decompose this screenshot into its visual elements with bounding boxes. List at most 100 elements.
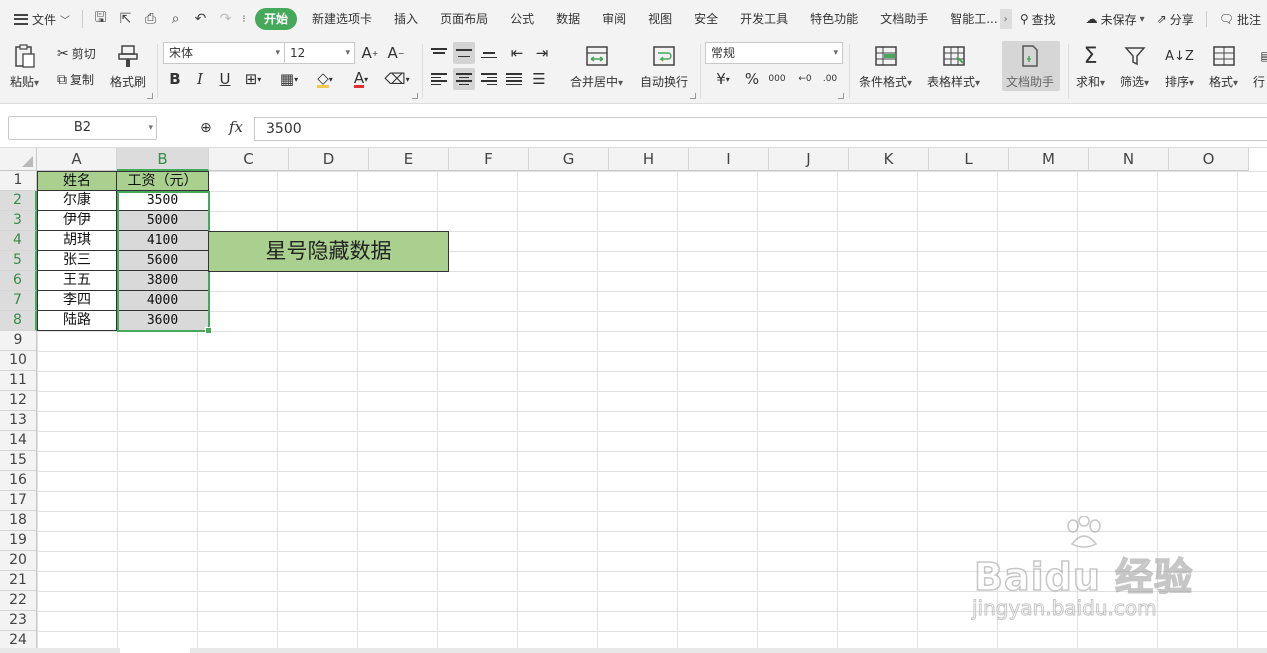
tab-features[interactable]: 特色功能	[799, 0, 869, 38]
tab-doc-assistant[interactable]: 文档助手	[869, 0, 939, 38]
cell-a3[interactable]: 伊伊	[37, 211, 117, 231]
cell-b1[interactable]: 工资（元）	[117, 171, 209, 191]
align-left-icon[interactable]	[428, 68, 450, 90]
row-header-15[interactable]: 15	[0, 451, 37, 471]
underline-icon[interactable]: U	[214, 68, 236, 90]
cell-a4[interactable]: 胡琪	[37, 231, 117, 251]
print-preview-icon[interactable]: ⌕	[166, 10, 185, 29]
cell-a5[interactable]: 张三	[37, 251, 117, 271]
sort-button[interactable]: A↓Z 排序▾	[1165, 43, 1194, 90]
tab-page-layout[interactable]: 页面布局	[429, 0, 499, 38]
cell-a7[interactable]: 李四	[37, 291, 117, 311]
more-icon[interactable]: ⁝	[241, 10, 247, 29]
font-color-icon[interactable]: A ▾	[350, 68, 372, 90]
cell-a6[interactable]: 王五	[37, 271, 117, 291]
row-header-2[interactable]: 2	[0, 191, 37, 211]
currency-icon[interactable]: ¥ ▾	[708, 68, 738, 90]
row-header-22[interactable]: 22	[0, 591, 37, 611]
column-header-f[interactable]: F	[449, 148, 529, 171]
align-center-icon[interactable]	[453, 68, 475, 90]
font-expand-icon[interactable]	[412, 93, 418, 99]
cell-b7[interactable]: 4000	[117, 291, 209, 311]
cell-a2[interactable]: 尔康	[37, 191, 117, 211]
scrollbar-thumb[interactable]	[120, 648, 190, 653]
cell-b3[interactable]: 5000	[117, 211, 209, 231]
row-header-20[interactable]: 20	[0, 551, 37, 571]
column-header-o[interactable]: O	[1169, 148, 1249, 171]
cell-a1[interactable]: 姓名	[37, 171, 117, 191]
cut-button[interactable]: ✂ 剪切	[57, 45, 96, 62]
column-header-i[interactable]: I	[689, 148, 769, 171]
italic-icon[interactable]: I	[189, 68, 211, 90]
share-button[interactable]: ⇗ 分享	[1157, 11, 1194, 28]
clear-format-icon[interactable]: ⌫ ▾	[384, 68, 409, 90]
alignment-expand-icon[interactable]	[690, 93, 696, 99]
export-icon[interactable]: ⇱	[116, 10, 135, 29]
decrease-decimal-icon[interactable]: .00	[819, 68, 841, 90]
save-icon[interactable]: 🖫	[91, 10, 110, 29]
column-header-m[interactable]: M	[1009, 148, 1089, 171]
merge-center-button[interactable]: 合并居中▾	[570, 43, 623, 90]
align-top-icon[interactable]	[428, 42, 450, 64]
column-header-n[interactable]: N	[1089, 148, 1169, 171]
row-header-16[interactable]: 16	[0, 471, 37, 491]
tab-security[interactable]: 安全	[683, 0, 729, 38]
column-header-j[interactable]: J	[769, 148, 849, 171]
tab-new[interactable]: 新建选项卡	[301, 0, 383, 38]
cell-b2[interactable]: 3500	[117, 191, 209, 211]
cell-b5[interactable]: 5600	[117, 251, 209, 271]
cell-style-icon[interactable]: ▦ ▾	[278, 68, 300, 90]
tab-smart-tools[interactable]: 智能工...	[939, 0, 999, 38]
row-col-button[interactable]: ▤ 行	[1253, 43, 1267, 90]
paste-button[interactable]: 粘贴▾	[10, 43, 39, 90]
comment-button[interactable]: 🗨 批注	[1219, 11, 1261, 28]
column-header-h[interactable]: H	[609, 148, 689, 171]
tab-data[interactable]: 数据	[545, 0, 591, 38]
print-icon[interactable]: ⎙	[141, 10, 160, 29]
number-expand-icon[interactable]	[838, 93, 844, 99]
column-header-b[interactable]: B	[117, 148, 209, 171]
redo-icon[interactable]: ↷	[216, 10, 235, 29]
row-header-8[interactable]: 8	[0, 311, 37, 331]
zoom-search-icon[interactable]: ⊕	[200, 120, 212, 136]
doc-assistant-button[interactable]: 文档助手	[1006, 43, 1054, 90]
decrease-indent-icon[interactable]: ⇤	[506, 42, 528, 64]
name-box[interactable]: B2 ▾	[8, 116, 157, 140]
sum-button[interactable]: Σ 求和▾	[1076, 43, 1105, 90]
tab-insert[interactable]: 插入	[383, 0, 429, 38]
column-header-l[interactable]: L	[929, 148, 1009, 171]
select-all-button[interactable]	[0, 148, 37, 171]
tab-formulas[interactable]: 公式	[499, 0, 545, 38]
number-format-select[interactable]: 常规 ▾	[705, 42, 843, 64]
row-header-12[interactable]: 12	[0, 391, 37, 411]
fill-color-icon[interactable]: ◇ ▾	[314, 68, 336, 90]
search-button[interactable]: ⚲ 查找	[1020, 11, 1056, 28]
align-bottom-icon[interactable]	[478, 42, 500, 64]
row-header-21[interactable]: 21	[0, 571, 37, 591]
row-header-7[interactable]: 7	[0, 291, 37, 311]
cell-b8[interactable]: 3600	[117, 311, 209, 331]
row-header-23[interactable]: 23	[0, 611, 37, 631]
column-header-d[interactable]: D	[289, 148, 369, 171]
row-header-1[interactable]: 1	[0, 171, 37, 191]
align-right-icon[interactable]	[478, 68, 500, 90]
decrease-font-icon[interactable]: A −	[385, 42, 407, 64]
row-header-6[interactable]: 6	[0, 271, 37, 291]
wrap-text-button[interactable]: 自动换行	[640, 43, 688, 90]
borders-icon[interactable]: ⊞ ▾	[242, 68, 264, 90]
file-menu-button[interactable]: 文件 ﹀	[0, 7, 76, 31]
row-header-14[interactable]: 14	[0, 431, 37, 451]
clipboard-expand-icon[interactable]	[147, 93, 153, 99]
filter-button[interactable]: 筛选▾	[1120, 43, 1149, 90]
row-header-3[interactable]: 3	[0, 211, 37, 231]
row-header-9[interactable]: 9	[0, 331, 37, 351]
distributed-icon[interactable]: ☰	[528, 68, 550, 90]
font-name-select[interactable]: 宋体 ▾	[163, 42, 285, 64]
undo-icon[interactable]: ↶	[191, 10, 210, 29]
column-header-e[interactable]: E	[369, 148, 449, 171]
unsaved-button[interactable]: ☁ 未保存 ▾	[1086, 11, 1145, 28]
thousands-icon[interactable]: 000	[766, 68, 788, 90]
cell-a8[interactable]: 陆路	[37, 311, 117, 331]
tab-review[interactable]: 审阅	[591, 0, 637, 38]
increase-font-icon[interactable]: A +	[359, 42, 381, 64]
